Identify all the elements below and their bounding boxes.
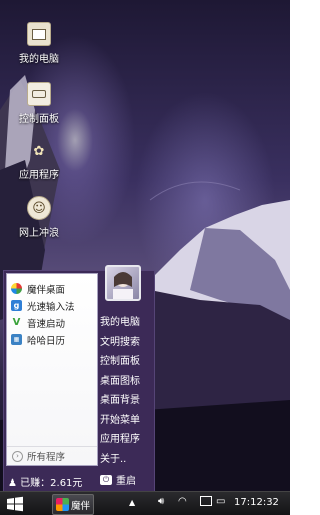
desktop-icon-label: 我的电脑: [19, 54, 59, 65]
flower-icon: [11, 283, 22, 294]
computer-icon: [27, 22, 51, 46]
program-label: 光速输入法: [27, 301, 75, 313]
desktop-icon-label: 网上冲浪: [19, 228, 59, 239]
link-search[interactable]: 文明搜索: [100, 333, 140, 353]
link-desktop-background[interactable]: 桌面背景: [100, 391, 140, 411]
power-icon: ⏻: [100, 474, 112, 485]
link-start-menu[interactable]: 开始菜单: [100, 411, 140, 431]
user-icon: ♟: [8, 478, 17, 489]
desktop: 我的电脑 控制面板 ✿ 应用程序 ☺ 网上冲浪 魔伴桌面 g 光速输入法 V 音…: [0, 0, 290, 515]
taskbar-item-label: 魔伴: [71, 500, 91, 512]
restart-button[interactable]: ⏻ 重启: [100, 472, 136, 487]
launcher-icon: V: [12, 317, 21, 328]
input-method-icon: g: [11, 300, 22, 311]
start-menu: 魔伴桌面 g 光速输入法 V 音速启动 ▦ 哈哈日历 › 所有程序 我的电脑 文…: [3, 265, 155, 493]
all-programs-label: 所有程序: [27, 452, 66, 463]
start-button[interactable]: [6, 496, 24, 512]
link-desktop-icons[interactable]: 桌面图标: [100, 372, 140, 392]
program-label: 魔伴桌面: [27, 284, 66, 296]
earnings-label: 已赚：2.61元: [20, 478, 83, 489]
program-item-launcher[interactable]: V 音速启动: [7, 314, 97, 331]
shortcut-list: 我的电脑 文明搜索 控制面板 桌面图标 桌面背景 开始菜单 应用程序 关于..: [100, 313, 140, 469]
control-panel-icon: [27, 82, 51, 106]
program-item-calendar[interactable]: ▦ 哈哈日历: [7, 331, 97, 348]
taskbar-item-mobu[interactable]: 魔伴: [52, 494, 94, 515]
all-programs-button[interactable]: › 所有程序: [7, 446, 97, 465]
arrow-right-icon: ›: [12, 450, 23, 462]
link-control-panel[interactable]: 控制面板: [100, 352, 140, 372]
calendar-icon: ▦: [11, 334, 22, 345]
desktop-icon-label: 控制面板: [19, 114, 59, 125]
taskbar: 魔伴 ▲ 🔊︎ ◠ ▭ 17:12:32: [0, 491, 290, 515]
clock[interactable]: 17:12:32: [234, 497, 279, 508]
applications-icon: ✿: [33, 143, 45, 159]
volume-icon[interactable]: 🔊︎: [158, 496, 164, 507]
program-label: 音速启动: [27, 318, 66, 330]
program-item-input-method[interactable]: g 光速输入法: [7, 297, 97, 314]
program-list: 魔伴桌面 g 光速输入法 V 音速启动 ▦ 哈哈日历 › 所有程序: [6, 273, 98, 466]
desktop-icon-control-panel[interactable]: 控制面板: [4, 82, 74, 125]
link-about[interactable]: 关于..: [100, 450, 140, 470]
desktop-icon-applications[interactable]: ✿ 应用程序: [4, 140, 74, 182]
desktop-icon-my-computer[interactable]: 我的电脑: [4, 22, 74, 65]
link-my-computer[interactable]: 我的电脑: [100, 313, 140, 333]
program-label: 哈哈日历: [27, 335, 66, 347]
browser-icon: ☺: [27, 196, 51, 220]
flower-icon: [56, 498, 69, 511]
earnings-status: ♟ 已赚：2.61元: [8, 474, 82, 489]
user-portrait: [113, 272, 133, 299]
desktop-icon-browser[interactable]: ☺ 网上冲浪: [4, 196, 74, 239]
tray-expand-icon[interactable]: ▲: [129, 498, 135, 507]
link-applications[interactable]: 应用程序: [100, 430, 140, 450]
program-item-mobuzhuomian[interactable]: 魔伴桌面: [7, 280, 97, 297]
windows-logo-icon: [7, 496, 23, 512]
wifi-icon[interactable]: ◠: [178, 496, 187, 507]
battery-icon[interactable]: [200, 496, 212, 509]
avatar[interactable]: [105, 265, 141, 301]
keyboard-icon[interactable]: ▭: [216, 496, 225, 507]
restart-label: 重启: [116, 476, 136, 487]
desktop-icon-label: 应用程序: [19, 170, 59, 181]
